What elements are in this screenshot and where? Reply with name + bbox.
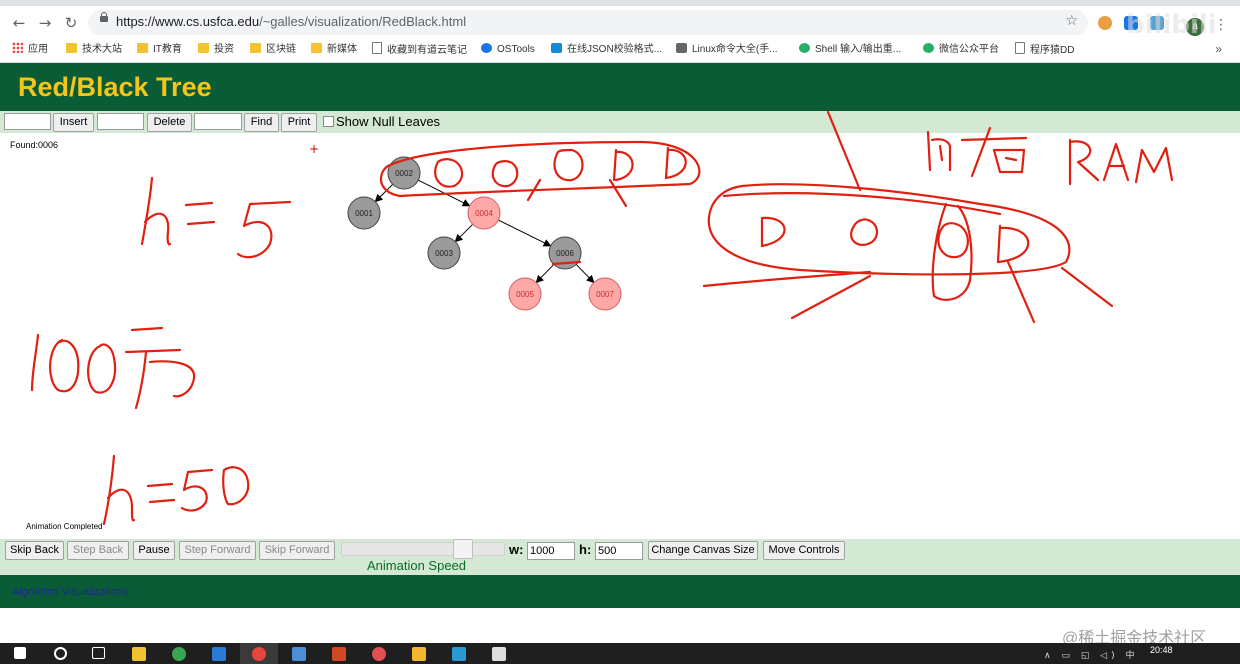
tree-edge bbox=[498, 219, 552, 247]
chrome-icon[interactable] bbox=[252, 647, 266, 661]
os-taskbar: ∧ ▭ ◱ ◁) 中 20:48 bbox=[0, 643, 1240, 664]
tree-edge bbox=[418, 179, 471, 207]
tree-node-key: 0003 bbox=[435, 249, 453, 258]
photos-icon[interactable] bbox=[492, 647, 506, 661]
task-view-icon[interactable] bbox=[92, 647, 105, 659]
powerpoint-icon[interactable] bbox=[332, 647, 346, 661]
tree-edge bbox=[374, 183, 394, 203]
clock: 20:48 bbox=[1150, 645, 1173, 655]
search-icon[interactable] bbox=[54, 647, 67, 660]
tree-node-key: 0006 bbox=[556, 249, 574, 258]
tree-edge bbox=[535, 264, 555, 284]
tree-edge bbox=[575, 264, 595, 284]
tree-node-key: 0001 bbox=[355, 209, 373, 218]
crosshair-cursor-icon: + bbox=[309, 142, 320, 156]
app-icon[interactable] bbox=[412, 647, 426, 661]
app-icon[interactable] bbox=[372, 647, 386, 661]
tree-edge bbox=[454, 223, 474, 243]
tree-node-key: 0007 bbox=[596, 290, 614, 299]
red-black-tree: 0002 0001 0004 0003 0006 0005 0007 bbox=[347, 156, 622, 311]
tree-node-key: 0005 bbox=[516, 290, 534, 299]
app-icon[interactable] bbox=[292, 647, 306, 661]
file-explorer-icon[interactable] bbox=[132, 647, 146, 661]
windows-start-icon[interactable] bbox=[14, 647, 26, 659]
system-tray[interactable]: ∧ ▭ ◱ ◁) 中 bbox=[1044, 648, 1138, 661]
app-icon[interactable] bbox=[212, 647, 226, 661]
app-icon[interactable] bbox=[452, 647, 466, 661]
tree-node-key: 0002 bbox=[395, 169, 413, 178]
tree-node-key: 0004 bbox=[475, 209, 493, 218]
app-icon[interactable] bbox=[172, 647, 186, 661]
